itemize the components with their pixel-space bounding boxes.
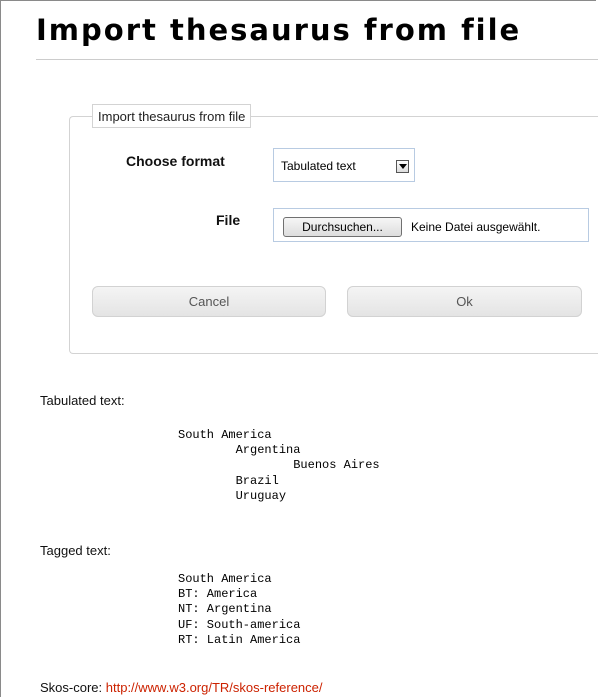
skos-line: Skos-core: http://www.w3.org/TR/skos-ref… [40, 680, 323, 695]
browse-button[interactable]: Durchsuchen... [283, 217, 402, 237]
tabulated-text-label: Tabulated text: [40, 393, 125, 408]
format-label: Choose format [126, 153, 225, 169]
file-status: Keine Datei ausgewählt. [411, 220, 541, 234]
skos-label: Skos-core: [40, 680, 103, 695]
fieldset-legend: Import thesaurus from file [92, 104, 252, 128]
file-input[interactable]: Durchsuchen... Keine Datei ausgewählt. [273, 208, 589, 242]
file-label: File [216, 212, 241, 228]
title-divider [36, 59, 598, 60]
ok-button[interactable]: Ok [347, 286, 582, 317]
tabulated-example: South America Argentina Buenos Aires Bra… [178, 428, 380, 503]
format-select[interactable]: Tabulated text [273, 148, 415, 182]
chevron-down-icon[interactable] [396, 160, 409, 173]
tagged-text-label: Tagged text: [40, 543, 111, 558]
skos-reference-link[interactable]: http://www.w3.org/TR/skos-reference/ [106, 680, 323, 695]
page-title: Import thesaurus from file [36, 13, 522, 47]
format-select-value: Tabulated text [281, 159, 356, 173]
tagged-example: South America BT: America NT: Argentina … [178, 572, 301, 647]
cancel-button[interactable]: Cancel [92, 286, 326, 317]
